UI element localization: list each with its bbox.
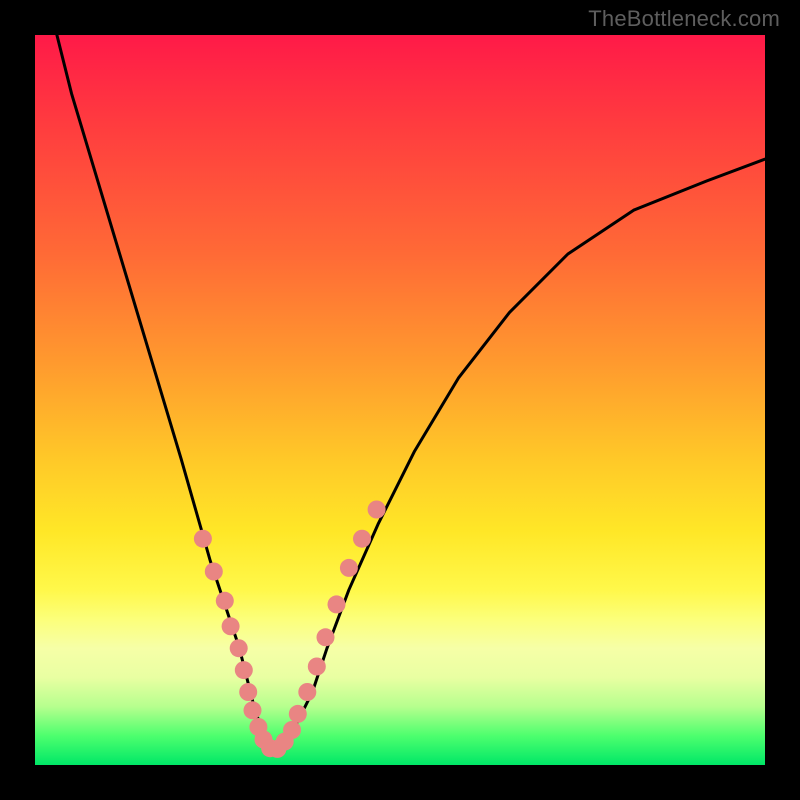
marker-dot <box>222 617 240 635</box>
marker-cluster-right <box>283 501 386 740</box>
watermark-text: TheBottleneck.com <box>588 6 780 32</box>
marker-dot <box>283 721 301 739</box>
marker-dot <box>216 592 234 610</box>
marker-dot <box>340 559 358 577</box>
marker-dot <box>244 701 262 719</box>
marker-dot <box>298 683 316 701</box>
plot-area <box>35 35 765 765</box>
marker-dot <box>235 661 253 679</box>
chart-svg <box>35 35 765 765</box>
marker-dot <box>317 628 335 646</box>
marker-dot <box>230 639 248 657</box>
marker-dot <box>328 595 346 613</box>
marker-dot <box>353 530 371 548</box>
marker-dot <box>194 530 212 548</box>
marker-dot <box>239 683 257 701</box>
marker-dot <box>308 658 326 676</box>
bottleneck-curve <box>57 35 765 750</box>
chart-frame: TheBottleneck.com <box>0 0 800 800</box>
marker-cluster-left <box>194 530 294 758</box>
marker-dot <box>368 501 386 519</box>
marker-dot <box>289 705 307 723</box>
marker-dot <box>205 563 223 581</box>
